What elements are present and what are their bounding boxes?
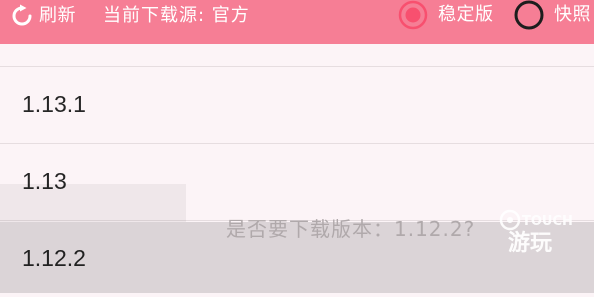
version-label: 1.13.1	[22, 91, 86, 117]
snapshot-version-radio[interactable]: 快照	[514, 0, 591, 30]
watermark-top-text: TOUCH	[522, 214, 573, 229]
dialog-backdrop-shade	[0, 184, 186, 222]
snapshot-version-label: 快照	[554, 4, 591, 25]
radio-selected-icon	[398, 0, 428, 30]
watermark-logo: TOUCH 游玩	[499, 209, 573, 256]
stable-version-radio[interactable]: 稳定版	[398, 0, 494, 30]
download-confirm-prompt[interactable]: 是否要下载版本：1.12.2?	[226, 214, 475, 244]
top-toolbar: 刷新 当前下载源: 官方 稳定版 快照	[0, 0, 594, 44]
radio-unselected-icon	[514, 0, 544, 30]
version-list-item[interactable]: 1.13.1	[0, 66, 594, 143]
download-source-label: 当前下载源: 官方	[103, 5, 250, 26]
refresh-button[interactable]: 刷新	[10, 4, 76, 28]
refresh-label: 刷新	[39, 5, 76, 26]
watermark-bottom-text: 游玩	[508, 230, 552, 256]
refresh-icon	[12, 4, 32, 26]
stable-version-label: 稳定版	[438, 4, 494, 25]
